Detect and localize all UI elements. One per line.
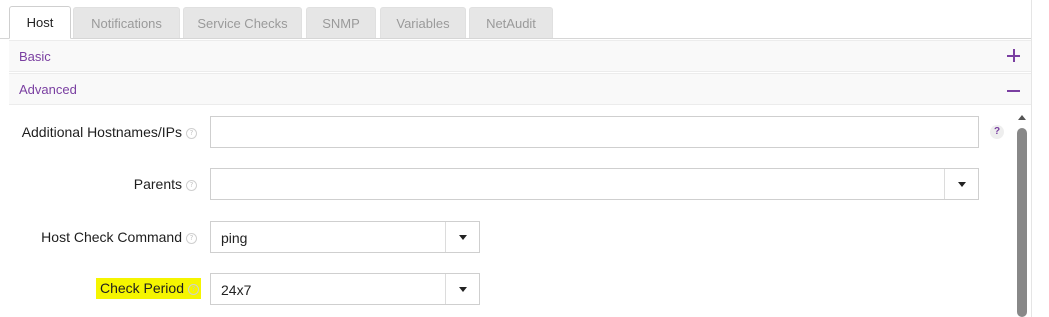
help-icon[interactable]: ?: [188, 283, 199, 295]
chevron-down-icon[interactable]: [445, 222, 479, 252]
additional-hostnames-input[interactable]: [210, 116, 979, 148]
panel-divider: [1031, 0, 1032, 317]
scrollbar-thumb[interactable]: [1017, 128, 1027, 317]
accordion-basic[interactable]: Basic: [9, 40, 1031, 72]
host-check-command-value: ping: [221, 230, 248, 246]
help-icon[interactable]: ?: [186, 127, 197, 139]
parents-label-group: Parents?: [134, 176, 197, 192]
host-check-command-select[interactable]: ping: [210, 221, 480, 253]
check-period-select[interactable]: 24x7: [210, 273, 480, 305]
additional-hostnames-label-group: Additional Hostnames/IPs?: [22, 124, 197, 140]
tab-bar: Host Notifications Service Checks SNMP V…: [0, 0, 1031, 39]
check-period-label: Check Period: [99, 280, 184, 296]
tab-host[interactable]: Host: [9, 6, 71, 39]
accordion-advanced[interactable]: Advanced: [9, 73, 1031, 105]
tab-service-checks[interactable]: Service Checks: [183, 7, 302, 38]
tab-netaudit[interactable]: NetAudit: [469, 7, 553, 38]
check-period-label-group: Check Period?: [95, 278, 201, 299]
accordion-basic-label: Basic: [19, 49, 51, 64]
chevron-down-icon[interactable]: [944, 169, 978, 199]
additional-hostnames-label: Additional Hostnames/IPs: [21, 124, 182, 140]
parents-label: Parents: [133, 176, 182, 192]
accordion-advanced-label: Advanced: [19, 82, 77, 97]
help-icon[interactable]: ?: [186, 232, 197, 244]
host-check-command-label-group: Host Check Command?: [41, 229, 197, 245]
expand-plus-icon[interactable]: [1007, 41, 1021, 71]
tab-variables[interactable]: Variables: [380, 7, 466, 38]
check-period-value: 24x7: [221, 282, 252, 298]
tab-notifications[interactable]: Notifications: [73, 7, 180, 38]
scroll-up-arrow-icon[interactable]: [1018, 115, 1026, 120]
collapse-minus-icon[interactable]: [1007, 74, 1021, 104]
tab-baseline: [0, 38, 1031, 39]
parents-select[interactable]: [210, 168, 979, 200]
tab-snmp[interactable]: SNMP: [306, 7, 376, 38]
help-icon[interactable]: ?: [186, 179, 197, 191]
chevron-down-icon[interactable]: [445, 274, 479, 304]
check-period-highlight: Check Period?: [95, 278, 201, 299]
host-check-command-label: Host Check Command: [41, 229, 182, 245]
question-help-icon[interactable]: ?: [990, 125, 1004, 139]
